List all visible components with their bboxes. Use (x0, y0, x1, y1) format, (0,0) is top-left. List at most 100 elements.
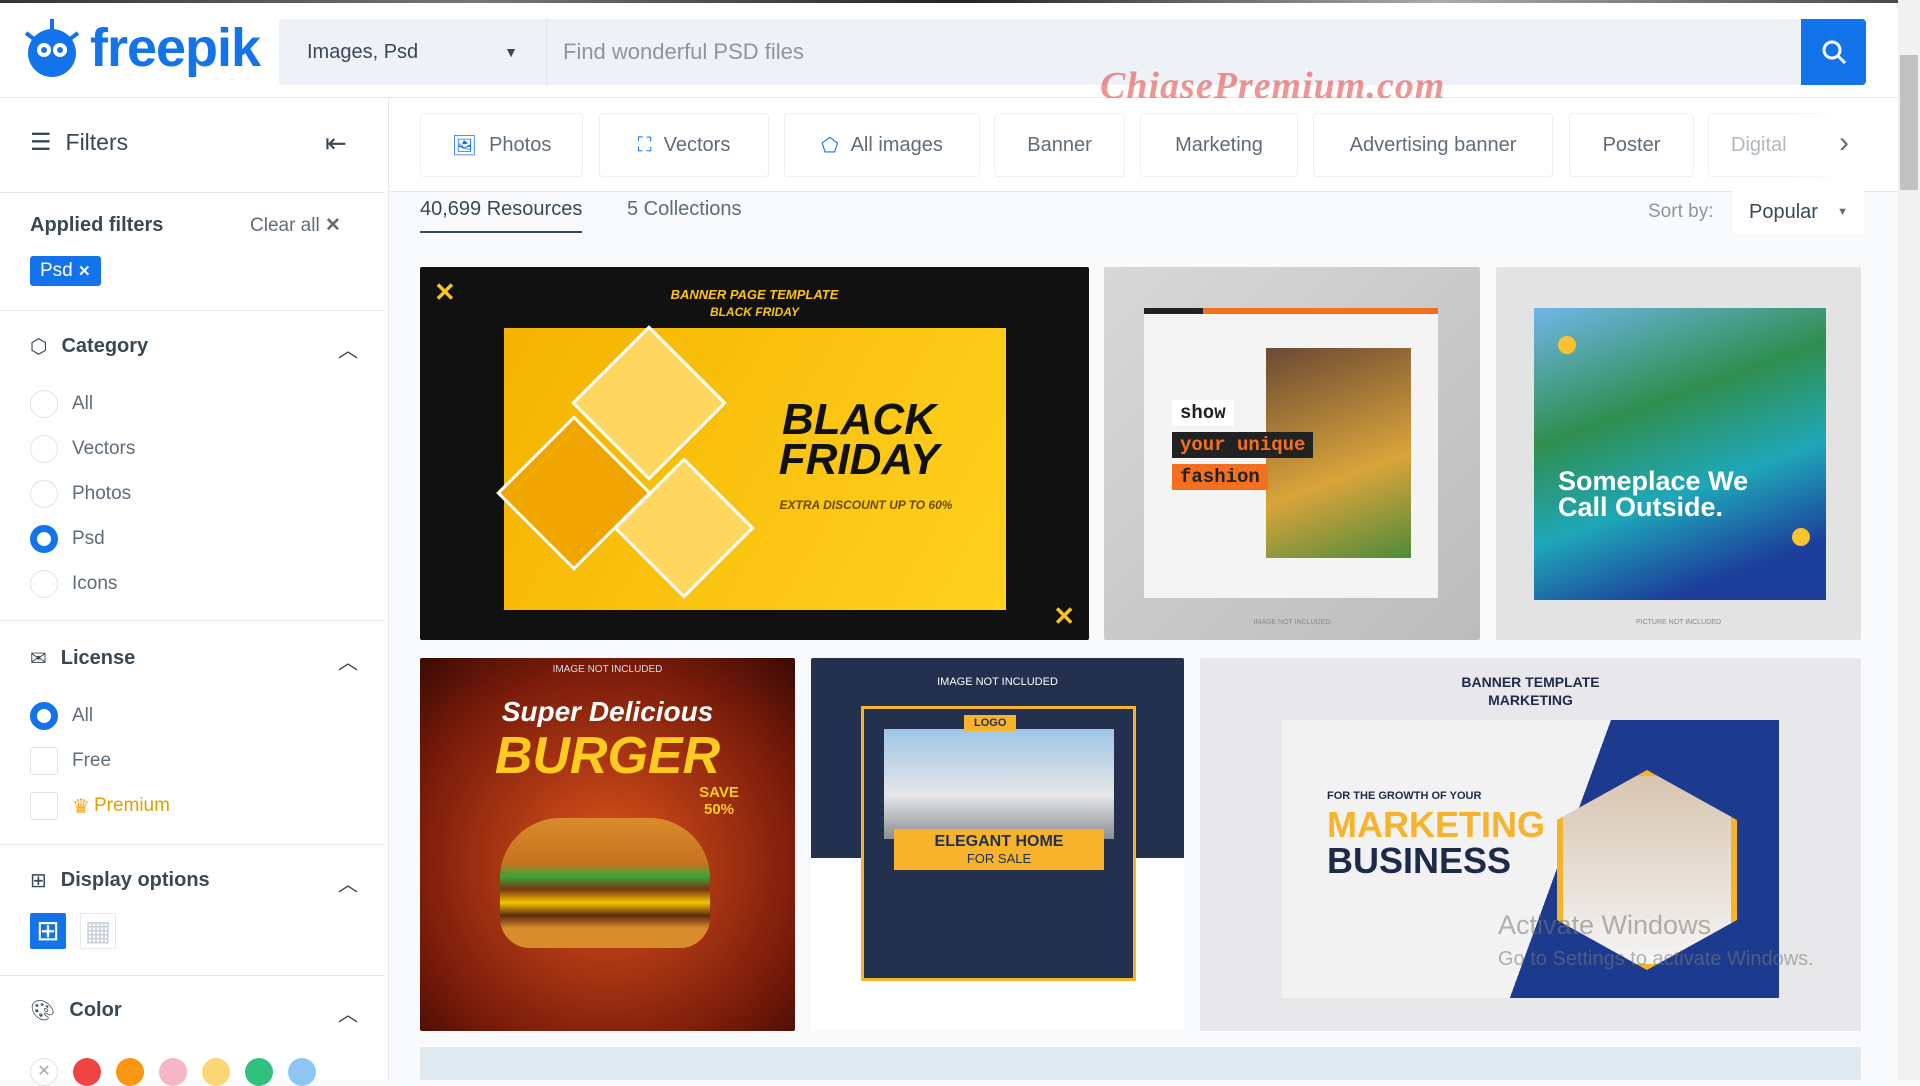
tab-label: All images (850, 133, 943, 156)
tab-label: Digital (1731, 133, 1787, 156)
tab-banner[interactable]: Banner (994, 113, 1125, 177)
clear-all-label: Clear all (250, 215, 320, 236)
burger-text: BURGER (494, 727, 721, 785)
result-image-real-estate[interactable]: IMAGE NOT INCLUDED LOGO ELEGANT HOME FOR… (811, 658, 1184, 1031)
category-tabs: 🖼︎ Photos ⛶ Vectors ⬠ All images Banner Mar… (389, 98, 1898, 192)
tab-photos[interactable]: 🖼︎ Photos (420, 113, 583, 177)
collections-tab[interactable]: 5 Collections (627, 198, 742, 221)
sliders-icon: ☰ (30, 129, 52, 156)
result-image-burger[interactable]: IMAGE NOT INCLUDED Super Delicious BURGE… (420, 658, 795, 1031)
marketing-text: FOR THE GROWTH OF YOUR (1327, 790, 1482, 802)
divider (0, 192, 385, 193)
chevron-up-icon[interactable]: ︿ (338, 868, 358, 897)
close-icon: ✕ (324, 215, 341, 236)
radio[interactable] (30, 570, 58, 598)
grid-view-button[interactable]: ▦ (80, 913, 116, 949)
category-option-vectors[interactable]: Vectors (30, 435, 135, 463)
search-type-dropdown[interactable]: Images, Psd ▼ (279, 19, 547, 85)
tab-marketing[interactable]: Marketing (1140, 113, 1298, 177)
marketing-text: BUSINESS (1327, 840, 1512, 881)
radio[interactable] (30, 435, 58, 463)
caret-down-icon: ▼ (1837, 206, 1848, 218)
chevron-right-icon[interactable]: › (1839, 126, 1849, 160)
category-option-psd[interactable]: Psd (30, 525, 105, 553)
tab-advertising-banner[interactable]: Advertising banner (1313, 113, 1553, 177)
color-swatch-blue[interactable] (288, 1058, 316, 1086)
license-option-all[interactable]: All (30, 702, 93, 730)
shapes-icon: ⬠ (821, 134, 839, 157)
no-color-swatch[interactable]: ✕ (30, 1058, 58, 1086)
sort-dropdown[interactable]: Popular ▼ (1733, 190, 1864, 234)
header: freepik Images, Psd ▼ (0, 3, 1920, 98)
discount-text: EXTRA DISCOUNT UP TO 60% (779, 498, 953, 512)
scrollbar-thumb[interactable] (1900, 55, 1918, 190)
result-image-partial[interactable] (420, 1047, 1861, 1080)
black-friday-text: BLACK FRIDAY (778, 395, 940, 484)
license-option-premium[interactable]: ♛ Premium (30, 792, 170, 820)
tab-label: Advertising banner (1349, 133, 1517, 156)
collapse-sidebar-icon[interactable]: ⇤ (325, 128, 347, 159)
result-image-fashion[interactable]: show your unique fashion IMAGE NOT INCLU… (1104, 267, 1480, 640)
radio-selected[interactable] (30, 525, 58, 553)
chevron-up-icon[interactable]: ︿ (338, 646, 358, 675)
filters-sidebar: ☰ Filters ⇤ Applied filters Clear all ✕ … (0, 98, 389, 1086)
category-option-photos[interactable]: Photos (30, 480, 131, 508)
color-swatch-red[interactable] (73, 1058, 101, 1086)
divider (0, 310, 385, 311)
psd-filter-chip[interactable]: Psd ✕ (30, 256, 101, 286)
fashion-text: your unique (1172, 432, 1314, 458)
title-box: ELEGANT HOME FOR SALE (894, 829, 1104, 870)
color-title: Color (69, 999, 122, 1021)
filters-title: Filters (65, 129, 129, 155)
remove-icon: ✕ (78, 263, 91, 280)
clear-all-button[interactable]: Clear all ✕ (250, 214, 341, 237)
radio-selected[interactable] (30, 702, 58, 730)
applied-filters-label: Applied filters (30, 214, 164, 236)
fashion-text: show (1172, 400, 1234, 426)
divider (0, 975, 385, 976)
palette-icon: 🎨︎ (30, 1000, 56, 1022)
license-title: License (60, 647, 136, 669)
color-swatch-pink[interactable] (159, 1058, 187, 1086)
activate-windows-overlay: Activate Windows Go to Settings to activ… (1498, 908, 1814, 976)
tab-vectors[interactable]: ⛶ Vectors (599, 113, 769, 177)
color-header[interactable]: 🎨︎ Color (30, 998, 122, 1023)
masonry-view-button[interactable]: ⊞ (30, 913, 66, 949)
license-header[interactable]: ✉ License (30, 646, 135, 671)
image-top-note: IMAGE NOT INCLUDED (937, 676, 1058, 688)
crown-icon: ♛ (72, 795, 90, 818)
radio[interactable] (30, 390, 58, 418)
color-swatch-yellow[interactable] (202, 1058, 230, 1086)
license-option-free[interactable]: Free (30, 747, 111, 775)
logo[interactable]: freepik (22, 17, 261, 79)
logo-text: freepik (90, 18, 261, 78)
checkbox[interactable] (30, 747, 58, 775)
burger-shape (500, 818, 710, 948)
sort-label: Sort by: (1648, 201, 1714, 222)
divider (0, 620, 385, 621)
category-header[interactable]: ⬡ Category (30, 334, 148, 359)
color-swatch-orange[interactable] (116, 1058, 144, 1086)
search-icon (1822, 40, 1846, 65)
radio[interactable] (30, 480, 58, 508)
color-swatch-green[interactable] (245, 1058, 273, 1086)
resources-tab[interactable]: 40,699 Resources (420, 198, 583, 233)
tab-poster[interactable]: Poster (1569, 113, 1694, 177)
category-option-all[interactable]: All (30, 390, 93, 418)
tab-label: Banner (1027, 133, 1092, 156)
chevron-up-icon[interactable]: ︿ (338, 334, 358, 363)
display-options-header[interactable]: ⊞ Display options (30, 868, 210, 893)
home-title: ELEGANT HOME (934, 833, 1064, 850)
someplace-text: Someplace We Call Outside. (1558, 466, 1749, 522)
search-bar: Images, Psd ▼ (279, 19, 1866, 85)
result-image-black-friday[interactable]: ✕ BANNER PAGE TEMPLATE BLACK FRIDAY BLAC… (420, 267, 1089, 640)
checkbox[interactable] (30, 792, 58, 820)
dot (1558, 336, 1576, 354)
search-button[interactable] (1801, 19, 1866, 85)
tab-all-images[interactable]: ⬠ All images (784, 113, 980, 177)
result-image-someplace[interactable]: Someplace We Call Outside. PICTURE NOT I… (1496, 267, 1861, 640)
display-options-title: Display options (60, 869, 210, 891)
category-option-icons[interactable]: Icons (30, 570, 117, 598)
tab-label: Poster (1602, 133, 1661, 156)
chevron-up-icon[interactable]: ︿ (338, 998, 358, 1027)
